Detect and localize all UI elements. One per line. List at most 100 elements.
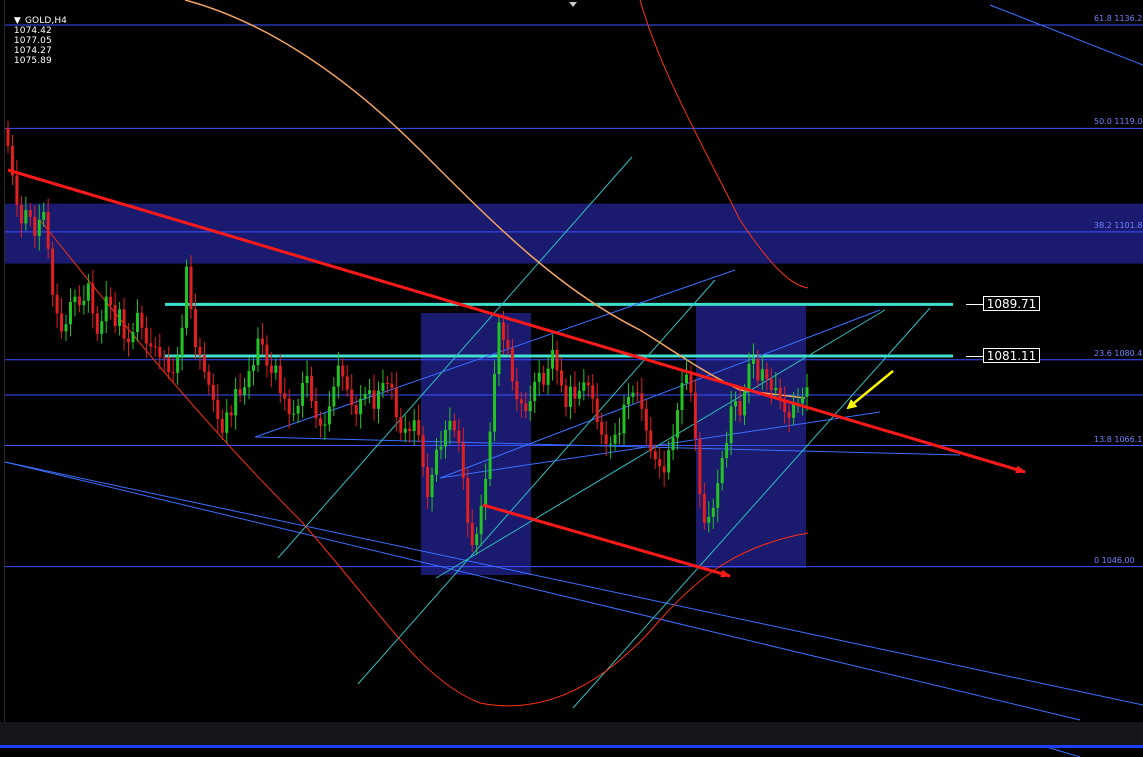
candle-body: [760, 369, 764, 381]
candle-body: [350, 389, 354, 406]
candle-body: [756, 359, 760, 381]
candle-body: [412, 420, 416, 432]
candle-body: [631, 392, 635, 397]
candle-body: [193, 309, 197, 348]
candle-body: [470, 522, 474, 546]
candle-body: [720, 458, 724, 484]
fib-level-label: 61.8 1136.27: [1094, 14, 1143, 23]
candle-body: [305, 375, 309, 384]
candle-body: [341, 365, 345, 377]
symbol-label: GOLD,H4: [24, 16, 68, 26]
candle-body: [671, 437, 675, 451]
candle-body: [238, 389, 242, 396]
candle-body: [202, 355, 206, 372]
candle-body: [211, 384, 215, 400]
price-box-tick: [966, 355, 983, 357]
candle-body: [390, 383, 394, 388]
candle-body: [220, 419, 224, 433]
candle-body: [274, 365, 278, 373]
candle-body: [680, 383, 684, 411]
chart-window[interactable]: { "header": { "symbol": "GOLD,H4", "open…: [0, 0, 1143, 757]
candle-body: [252, 365, 256, 372]
price-level-box[interactable]: 1089.71: [983, 296, 1040, 312]
candle-body: [399, 417, 403, 433]
candle-body: [747, 363, 751, 392]
resistance-zone: [5, 203, 1143, 264]
candle-body: [519, 399, 523, 404]
candle-body: [24, 210, 28, 224]
candle-body: [765, 369, 769, 379]
candle-body: [292, 413, 296, 415]
candle-body: [457, 430, 461, 444]
candle-body: [198, 347, 202, 356]
candle-body: [64, 324, 68, 332]
candle-body: [537, 372, 541, 382]
candle-body: [180, 327, 184, 357]
candle-body: [430, 474, 434, 498]
candle-body: [229, 412, 233, 416]
candle-body: [260, 338, 264, 345]
candle-body: [479, 506, 483, 535]
candle-body: [551, 350, 555, 369]
candle-body: [577, 390, 581, 399]
candle-body: [805, 387, 809, 397]
candle-body: [171, 372, 175, 374]
bottom-scroll-area[interactable]: [0, 722, 1143, 746]
candle-body: [100, 321, 104, 334]
chevron-down-icon[interactable]: ▼: [14, 16, 21, 26]
candle-body: [60, 313, 64, 332]
candle-body: [506, 339, 510, 349]
candle-body: [77, 296, 81, 306]
candle-body: [626, 396, 630, 405]
candle-body: [635, 392, 639, 394]
candle-body: [591, 385, 595, 399]
candle-body: [323, 424, 327, 426]
candle-body: [140, 312, 144, 328]
fib-level-label: 50.0 1119.04: [1094, 117, 1143, 127]
candle-body: [792, 403, 796, 418]
candle-body: [408, 428, 412, 432]
candle-body: [711, 507, 715, 517]
candle-body: [46, 212, 50, 249]
candle-body: [6, 128, 10, 147]
candle-body: [559, 370, 563, 386]
candle-body: [501, 322, 505, 340]
candle: [185, 259, 189, 336]
candle-body: [707, 516, 711, 523]
candle-body: [684, 374, 688, 384]
shift-marker-icon[interactable]: [569, 2, 577, 7]
candle-body: [243, 387, 247, 396]
candle-body: [769, 378, 773, 391]
candle-body: [426, 467, 430, 498]
candle-body: [68, 302, 72, 325]
candle-body: [28, 210, 32, 217]
candle-body: [484, 479, 488, 507]
candle-body: [73, 296, 77, 303]
candle-body: [332, 386, 336, 407]
candle-body: [104, 296, 108, 322]
candle-body: [568, 386, 572, 408]
candle-body: [542, 372, 546, 385]
candle-body: [225, 412, 229, 433]
candle-body: [649, 430, 653, 452]
candle-body: [301, 383, 305, 406]
candle-body: [86, 283, 90, 301]
candle-body: [751, 359, 755, 364]
candle-body: [738, 401, 742, 416]
candle-body: [600, 422, 604, 435]
candle-body: [417, 420, 421, 436]
candle-body: [667, 450, 671, 473]
candle-body: [359, 398, 363, 415]
candle-body: [609, 443, 613, 445]
candle-body: [144, 327, 148, 344]
candle-body: [555, 350, 559, 371]
price-level-box[interactable]: 1081.11: [983, 347, 1040, 363]
candle-body: [528, 401, 532, 412]
open-value: 1074.42: [13, 26, 52, 36]
candle-body: [135, 312, 139, 333]
candle-body: [158, 347, 162, 358]
high-value: 1077.05: [13, 36, 52, 46]
price-chart-area[interactable]: [0, 0, 1143, 757]
candle-body: [653, 451, 657, 460]
candle-body: [15, 175, 19, 205]
